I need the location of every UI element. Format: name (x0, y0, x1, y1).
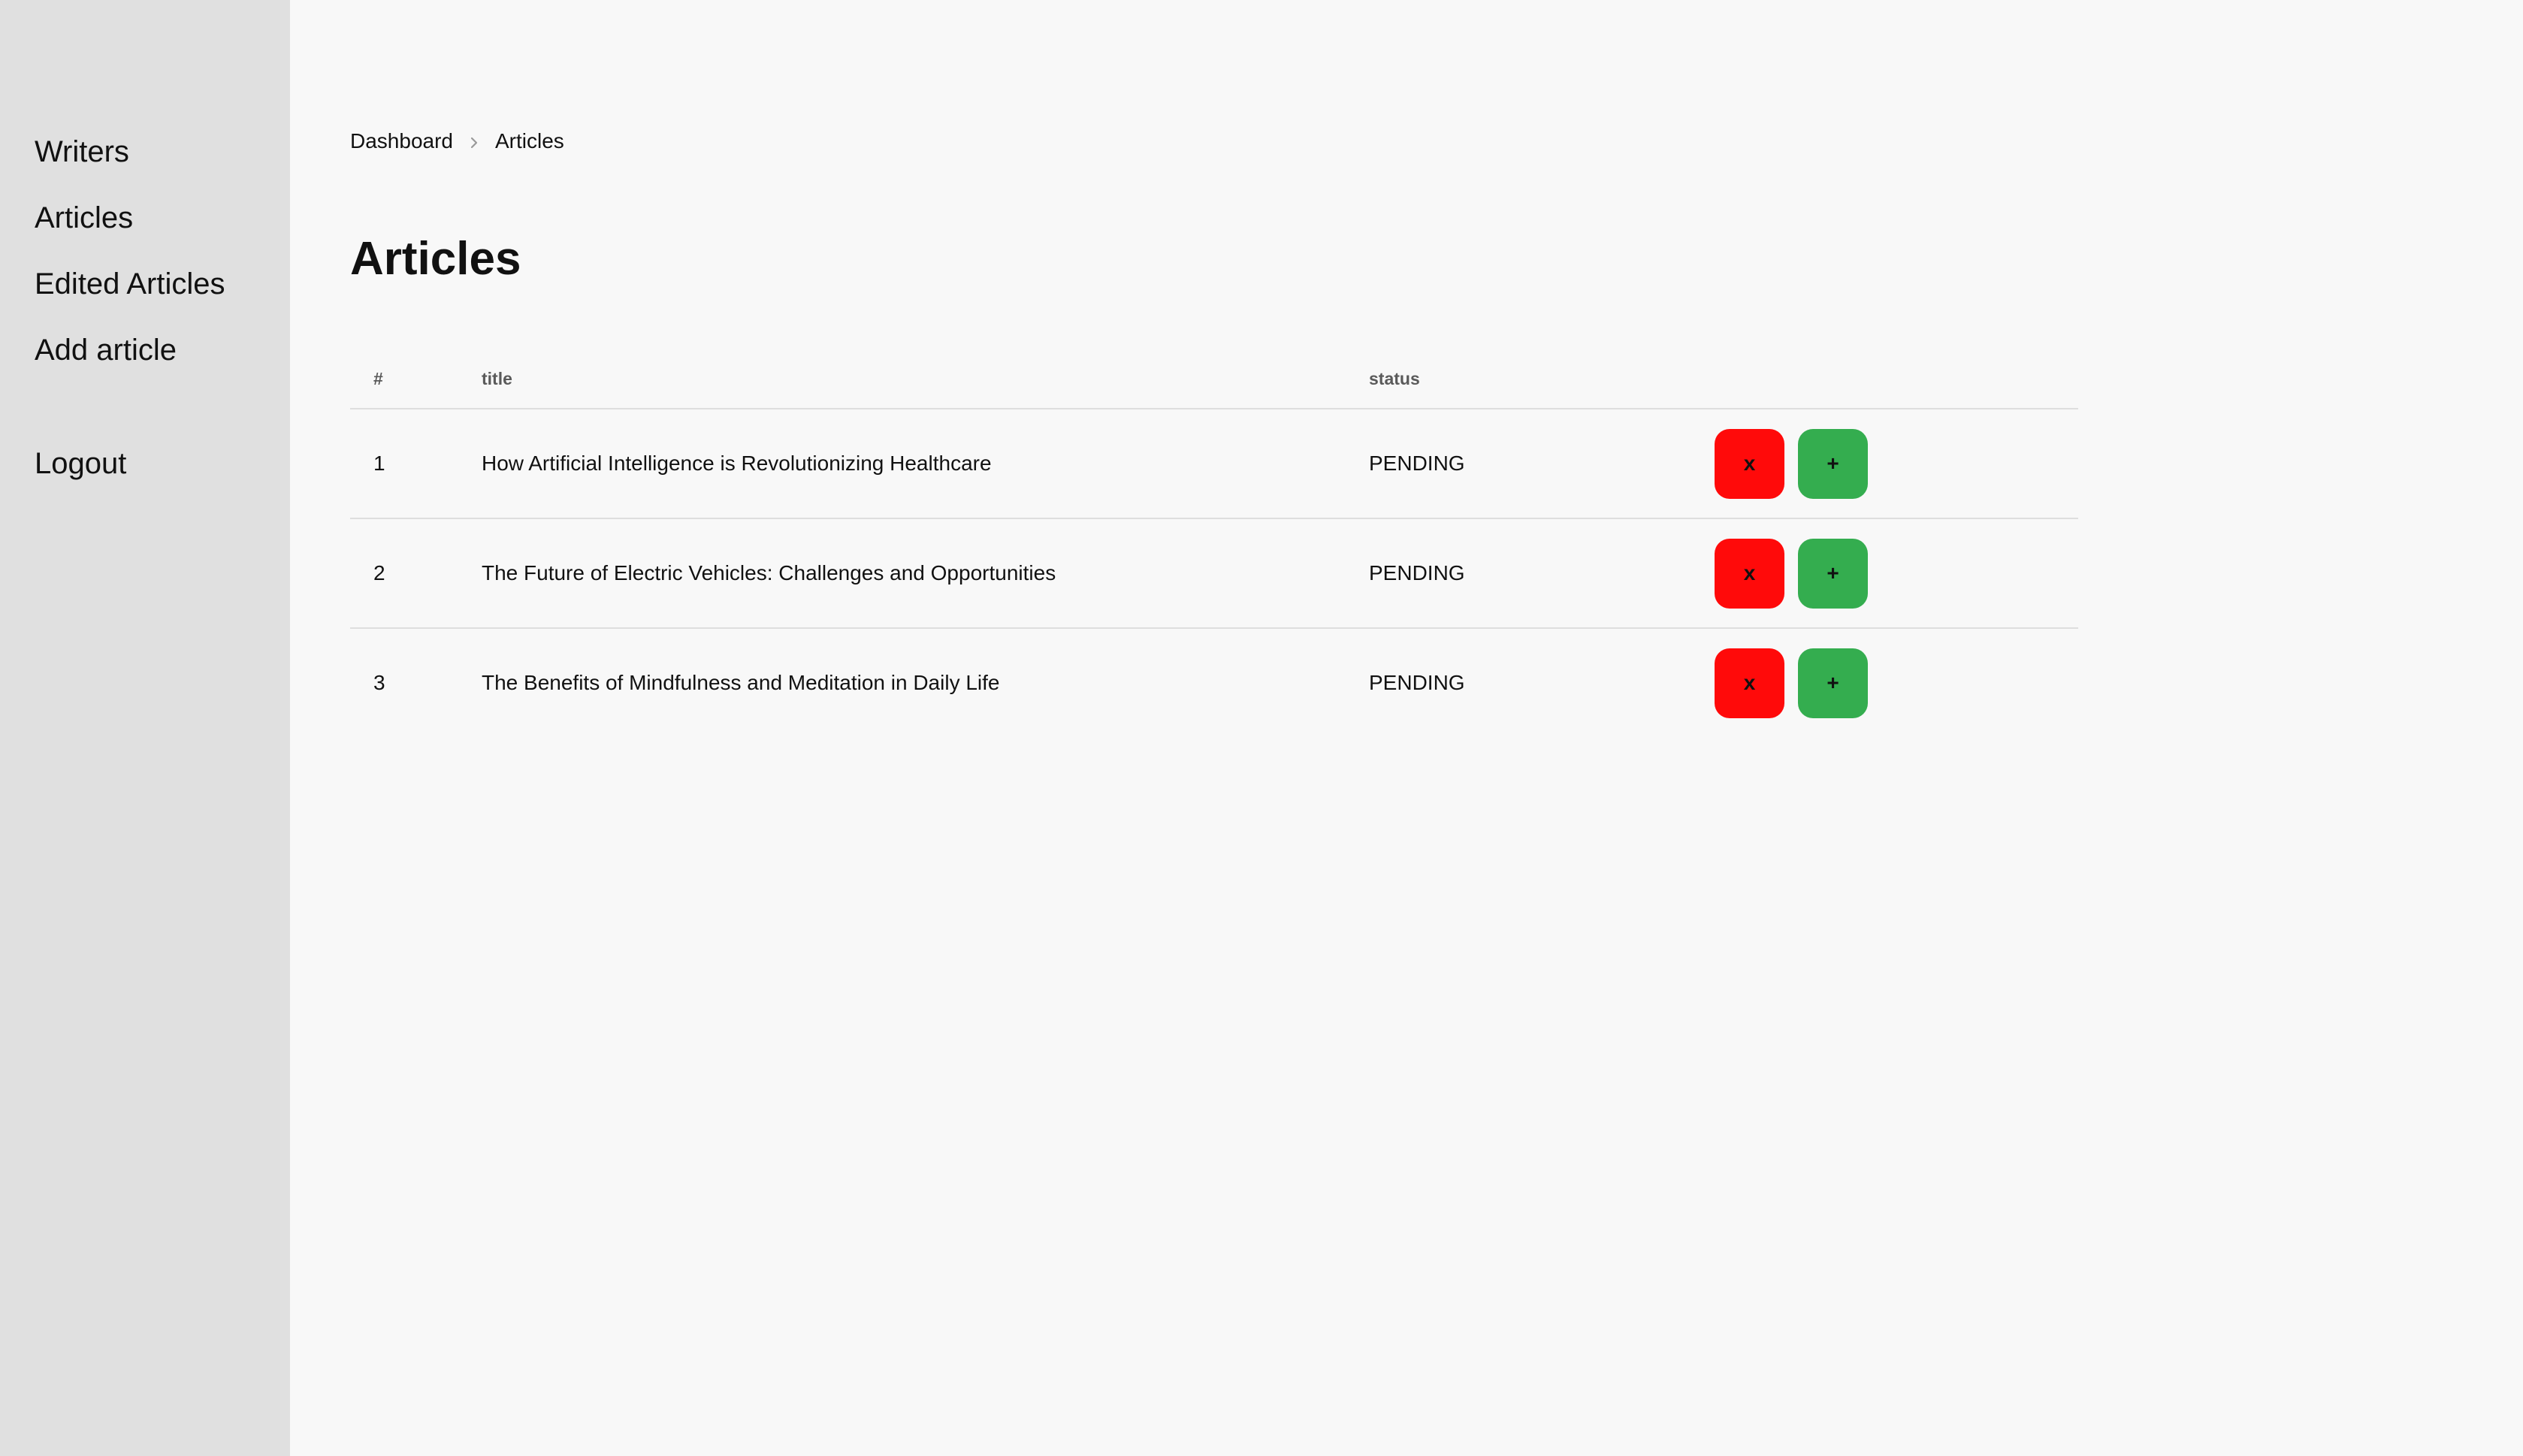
breadcrumb-item-dashboard[interactable]: Dashboard (350, 129, 453, 153)
sidebar-nav: Writers Articles Edited Articles Add art… (35, 128, 225, 392)
sidebar: Writers Articles Edited Articles Add art… (0, 0, 290, 1456)
row-actions: x + (1715, 409, 2078, 519)
sidebar-item-edited-articles[interactable]: Edited Articles (35, 260, 225, 326)
row-number: 2 (350, 518, 482, 629)
column-header-number: # (350, 349, 482, 409)
row-number: 1 (350, 409, 482, 519)
chevron-right-icon (453, 129, 495, 153)
approve-button[interactable]: + (1798, 648, 1868, 718)
column-header-title: title (482, 349, 1369, 409)
reject-button[interactable]: x (1715, 648, 1784, 718)
article-title: The Benefits of Mindfulness and Meditati… (482, 671, 1000, 694)
table-row: 2 The Future of Electric Vehicles: Chall… (350, 518, 2078, 629)
sidebar-item-writers[interactable]: Writers (35, 128, 225, 194)
row-actions: x + (1715, 518, 2078, 629)
breadcrumb-item-articles[interactable]: Articles (495, 129, 564, 153)
row-actions: x + (1715, 628, 2078, 737)
column-header-status: status (1369, 349, 1715, 409)
articles-table: # title status 1 How Artificial Intellig… (350, 349, 2078, 737)
reject-button[interactable]: x (1715, 428, 1784, 499)
article-status: PENDING (1369, 518, 1715, 629)
page-title: Articles (350, 233, 521, 285)
article-title: The Future of Electric Vehicles: Challen… (482, 518, 1369, 629)
approve-button[interactable]: + (1798, 538, 1868, 609)
article-status: PENDING (1369, 409, 1715, 519)
table-row: 3 The Benefits of Mindfulness and Medita… (350, 628, 2078, 737)
table-row: 1 How Artificial Intelligence is Revolut… (350, 409, 2078, 519)
sidebar-item-add-article[interactable]: Add article (35, 326, 225, 392)
action-buttons: x + (1715, 428, 2078, 499)
breadcrumb: Dashboard Articles (350, 129, 564, 153)
column-header-actions (1715, 349, 2078, 409)
sidebar-item-articles[interactable]: Articles (35, 194, 225, 260)
approve-button[interactable]: + (1798, 428, 1868, 499)
table-header-row: # title status (350, 349, 2078, 409)
article-status: PENDING (1369, 671, 1465, 694)
logout-link[interactable]: Logout (35, 440, 126, 488)
app-window: Writers Articles Edited Articles Add art… (0, 0, 2523, 1456)
action-buttons: x + (1715, 538, 2078, 609)
row-number: 3 (373, 671, 385, 694)
reject-button[interactable]: x (1715, 538, 1784, 609)
action-buttons: x + (1715, 648, 2078, 718)
article-title: How Artificial Intelligence is Revolutio… (482, 409, 1369, 519)
